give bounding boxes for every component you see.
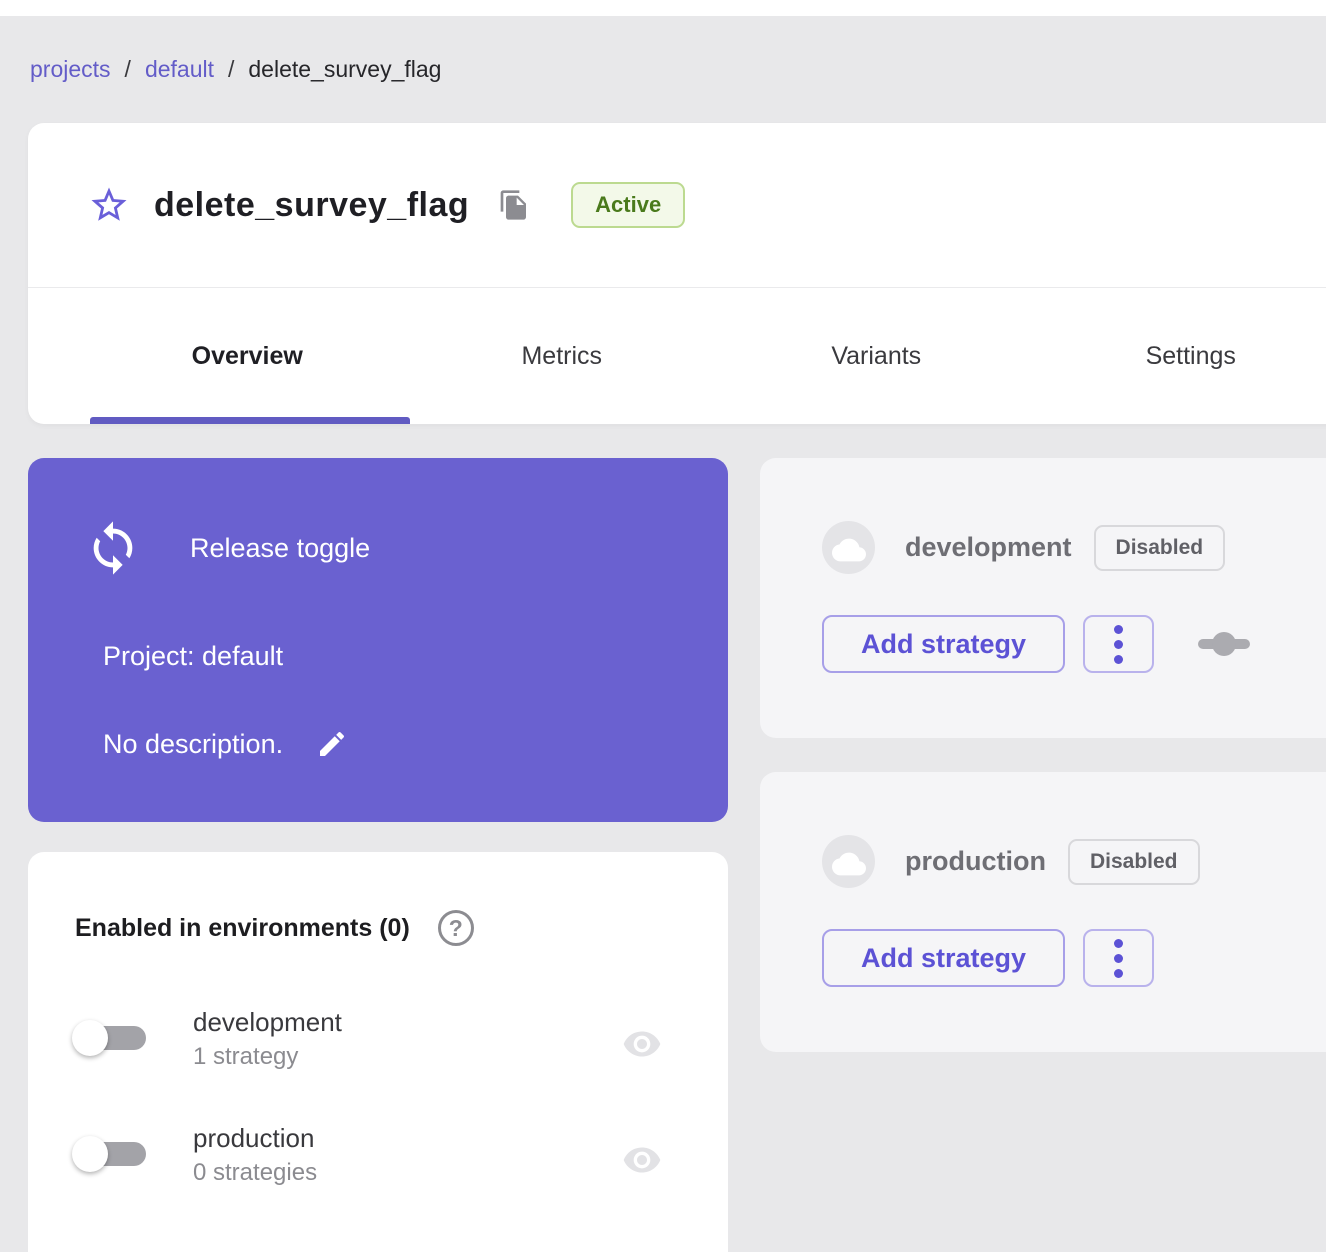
toggle-production[interactable] <box>70 1126 148 1182</box>
release-toggle-header: Release toggle <box>84 519 370 577</box>
loop-icon <box>84 519 142 577</box>
more-options-button[interactable] <box>1083 615 1154 673</box>
cloud-icon <box>832 847 866 881</box>
kebab-icon <box>1114 969 1123 978</box>
kebab-icon <box>1114 640 1123 649</box>
tab-variants[interactable]: Variants <box>719 288 1034 424</box>
kebab-icon <box>1114 939 1123 948</box>
breadcrumb-default[interactable]: default <box>145 56 214 83</box>
toggle-thumb <box>72 1136 108 1172</box>
more-options-button[interactable] <box>1083 929 1154 987</box>
release-toggle-card: Release toggle Project: default No descr… <box>28 458 728 822</box>
environment-row-strategies: 1 strategy <box>193 1040 342 1074</box>
environment-actions: Add strategy <box>822 615 1250 673</box>
environment-header: production Disabled <box>822 835 1200 888</box>
environment-card-production: production Disabled Add strategy <box>760 772 1326 1052</box>
environment-header: development Disabled <box>822 521 1225 574</box>
breadcrumb-current: delete_survey_flag <box>248 56 441 83</box>
environment-status-badge: Disabled <box>1068 839 1200 885</box>
top-strip <box>0 0 1326 16</box>
enabled-environments-title: Enabled in environments (0) <box>75 914 410 943</box>
breadcrumb-projects[interactable]: projects <box>30 56 111 83</box>
add-strategy-button[interactable]: Add strategy <box>822 929 1065 987</box>
environment-toggle-row-development: development 1 strategy <box>70 1004 700 1084</box>
page-title: delete_survey_flag <box>154 186 469 225</box>
flag-header-card: delete_survey_flag Active Overview Metri… <box>28 123 1326 424</box>
enabled-environments-card: Enabled in environments (0) ? developmen… <box>28 852 728 1252</box>
tab-settings[interactable]: Settings <box>1034 288 1326 424</box>
kebab-icon <box>1114 954 1123 963</box>
visibility-eye-icon[interactable] <box>622 1024 662 1064</box>
cloud-icon <box>832 533 866 567</box>
environment-row-text: production 0 strategies <box>193 1120 317 1190</box>
tab-metrics[interactable]: Metrics <box>405 288 720 424</box>
environment-card-development: development Disabled Add strategy <box>760 458 1326 738</box>
description-label: No description. <box>103 729 283 760</box>
environment-status-badge: Disabled <box>1094 525 1226 571</box>
environment-row-text: development 1 strategy <box>193 1004 342 1074</box>
tab-overview[interactable]: Overview <box>90 288 405 424</box>
flag-title-row: delete_survey_flag Active <box>88 123 685 287</box>
environment-toggle-row-production: production 0 strategies <box>70 1120 700 1200</box>
kebab-icon <box>1114 655 1123 664</box>
environment-row-strategies: 0 strategies <box>193 1156 317 1190</box>
description-row: No description. <box>103 727 349 761</box>
flag-type-label: Release toggle <box>190 533 370 564</box>
copy-name-icon[interactable] <box>497 188 531 222</box>
visibility-eye-icon[interactable] <box>622 1140 662 1180</box>
avatar <box>822 521 875 574</box>
environment-actions: Add strategy <box>822 929 1154 987</box>
status-badge: Active <box>571 182 685 228</box>
edit-description-icon[interactable] <box>315 727 349 761</box>
add-strategy-button[interactable]: Add strategy <box>822 615 1065 673</box>
help-icon[interactable]: ? <box>438 910 474 946</box>
project-label: Project: default <box>103 641 283 672</box>
avatar <box>822 835 875 888</box>
environment-name: development <box>905 532 1072 563</box>
toggle-development[interactable] <box>70 1010 148 1066</box>
kebab-icon <box>1114 625 1123 634</box>
environment-name: production <box>905 846 1046 877</box>
breadcrumb-separator: / <box>228 56 234 83</box>
breadcrumb: projects / default / delete_survey_flag <box>30 56 441 83</box>
slider-icon[interactable] <box>1198 631 1250 657</box>
tab-bar: Overview Metrics Variants Settings <box>28 288 1326 424</box>
breadcrumb-separator: / <box>125 56 131 83</box>
slider-knob <box>1212 632 1236 656</box>
toggle-thumb <box>72 1020 108 1056</box>
favorite-star-icon[interactable] <box>88 184 130 226</box>
enabled-environments-header: Enabled in environments (0) ? <box>75 910 474 946</box>
active-tab-indicator <box>90 417 410 424</box>
environment-row-name: development <box>193 1004 342 1040</box>
environment-row-name: production <box>193 1120 317 1156</box>
